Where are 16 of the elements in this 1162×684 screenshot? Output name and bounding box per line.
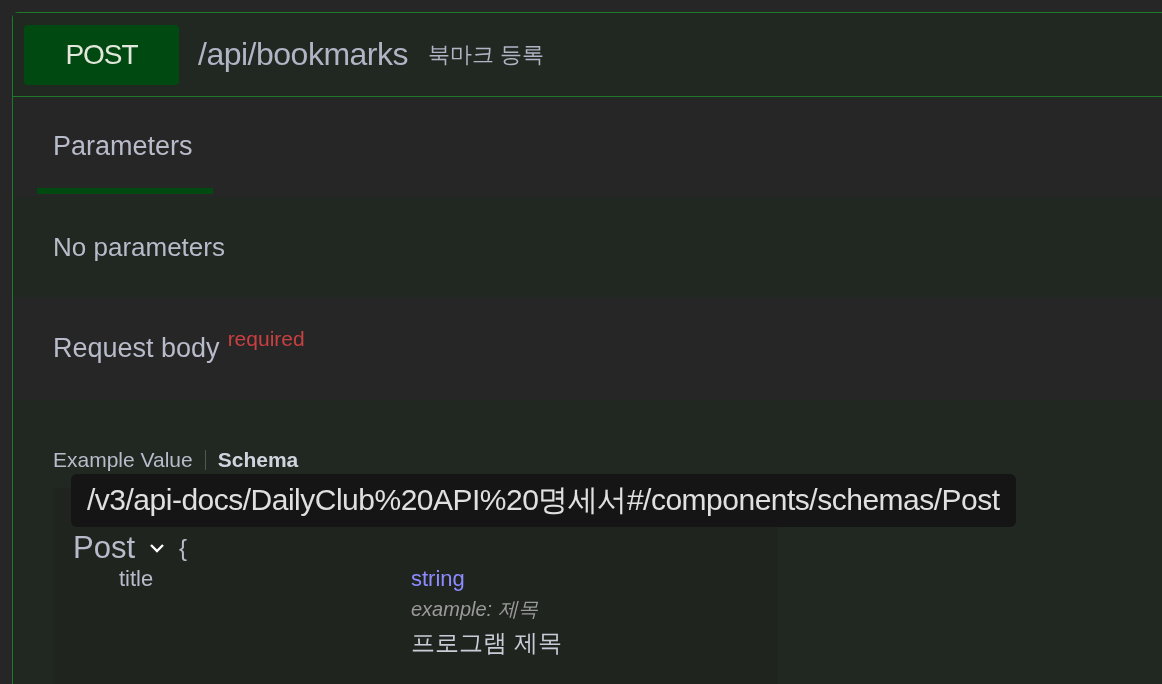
model-name[interactable]: Post [73, 530, 136, 566]
link-tooltip: /v3/api-docs/DailyClub%20API%20명세서#/components/schemas/Post [71, 474, 1016, 527]
property-type: string [411, 566, 466, 592]
endpoint-path: /api/bookmarks [198, 36, 408, 73]
body-tab[interactable]: Example Value [53, 448, 193, 472]
required-label: required [227, 327, 305, 351]
method-badge[interactable]: POST [24, 24, 179, 85]
property-example: example: 제목 [411, 597, 539, 622]
body-tab[interactable]: Schema [217, 448, 299, 472]
no-parameters-text: No parameters [53, 231, 225, 263]
endpoint-summary: 북마크 등록 [428, 40, 545, 69]
chevron-down-icon[interactable] [149, 543, 166, 553]
brace-text: { [179, 534, 188, 562]
property-name: title [119, 566, 155, 593]
property-description: 프로그램 제목 [411, 628, 562, 658]
request-body-title: Request body [53, 333, 220, 364]
